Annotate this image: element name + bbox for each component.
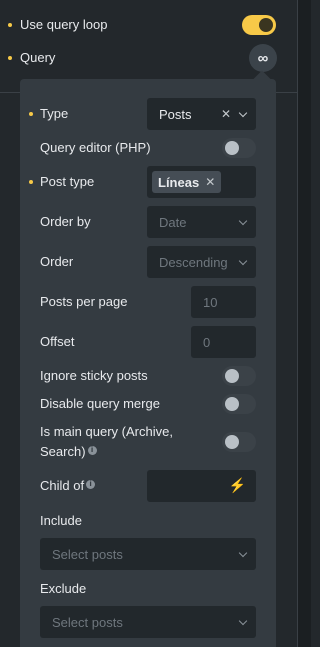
main-query-toggle[interactable] (222, 432, 256, 452)
offset-label: Offset (40, 334, 75, 349)
order-select[interactable]: Descending (147, 246, 256, 278)
exclude-select[interactable]: Select posts (40, 606, 256, 638)
panel-edge (297, 0, 311, 647)
posts-per-page-input[interactable]: 10 (191, 286, 256, 318)
exclude-placeholder: Select posts (52, 614, 123, 630)
post-type-select[interactable]: Líneas ✕ (147, 166, 256, 198)
main-query-label-line2: Search) i (40, 443, 97, 461)
query-label: Query (20, 50, 56, 65)
disable-merge-label: Disable query merge (40, 396, 160, 411)
use-query-loop-row: Use query loop (0, 9, 297, 41)
order-by-select[interactable]: Date (147, 206, 256, 238)
chevron-down-icon (238, 256, 248, 266)
posts-per-page-placeholder: 10 (203, 294, 218, 310)
chevron-down-icon (238, 616, 248, 626)
infinity-icon[interactable]: ∞ (249, 44, 277, 72)
chevron-down-icon (238, 548, 248, 558)
clear-icon[interactable]: ✕ (221, 107, 231, 121)
order-by-label: Order by (40, 214, 91, 229)
toggle-knob (225, 435, 239, 449)
order-by-value: Date (159, 214, 187, 230)
posts-per-page-label: Posts per page (40, 294, 128, 309)
dynamic-data-icon[interactable]: ⚡ (229, 477, 246, 494)
post-type-tag: Líneas ✕ (152, 171, 222, 193)
order-label: Order (40, 254, 74, 269)
post-type-tag-label: Líneas (158, 174, 200, 190)
toggle-knob (225, 369, 239, 383)
type-value: Posts (159, 106, 192, 122)
remove-tag-icon[interactable]: ✕ (205, 175, 215, 189)
toggle-knob (225, 397, 239, 411)
child-of-label: Child of (40, 478, 85, 493)
type-select[interactable]: Posts ✕ (147, 98, 256, 130)
use-query-loop-toggle[interactable] (242, 15, 276, 35)
info-icon[interactable]: i (86, 480, 96, 489)
query-popup: Type Posts ✕ Query editor (PHP) Post typ… (20, 70, 276, 647)
modified-indicator (8, 23, 12, 27)
chevron-down-icon (238, 216, 248, 226)
offset-placeholder: 0 (203, 334, 211, 350)
modified-indicator (29, 180, 33, 184)
modified-indicator (8, 56, 12, 60)
modified-indicator (29, 112, 33, 116)
disable-merge-toggle[interactable] (222, 394, 256, 414)
query-editor-toggle[interactable] (222, 138, 256, 158)
ignore-sticky-toggle[interactable] (222, 366, 256, 386)
use-query-loop-label: Use query loop (20, 17, 108, 32)
order-value: Descending (159, 254, 228, 270)
include-select[interactable]: Select posts (40, 538, 256, 570)
ignore-sticky-label: Ignore sticky posts (40, 368, 148, 383)
post-type-label: Post type (40, 174, 95, 189)
toggle-knob (225, 141, 239, 155)
type-label: Type (40, 106, 69, 121)
main-query-label-line2-text: Search) (40, 444, 86, 459)
include-label: Include (40, 513, 82, 528)
child-of-input[interactable]: ⚡ (147, 470, 256, 502)
toggle-knob (259, 18, 273, 32)
offset-input[interactable]: 0 (191, 326, 256, 358)
main-query-label-line1: Is main query (Archive, (40, 424, 173, 439)
chevron-down-icon (238, 108, 248, 118)
info-icon[interactable]: i (87, 446, 97, 455)
exclude-label: Exclude (40, 581, 87, 596)
include-placeholder: Select posts (52, 546, 123, 562)
query-editor-label: Query editor (PHP) (40, 140, 151, 155)
child-of-label-wrap: Child of i (40, 477, 96, 495)
